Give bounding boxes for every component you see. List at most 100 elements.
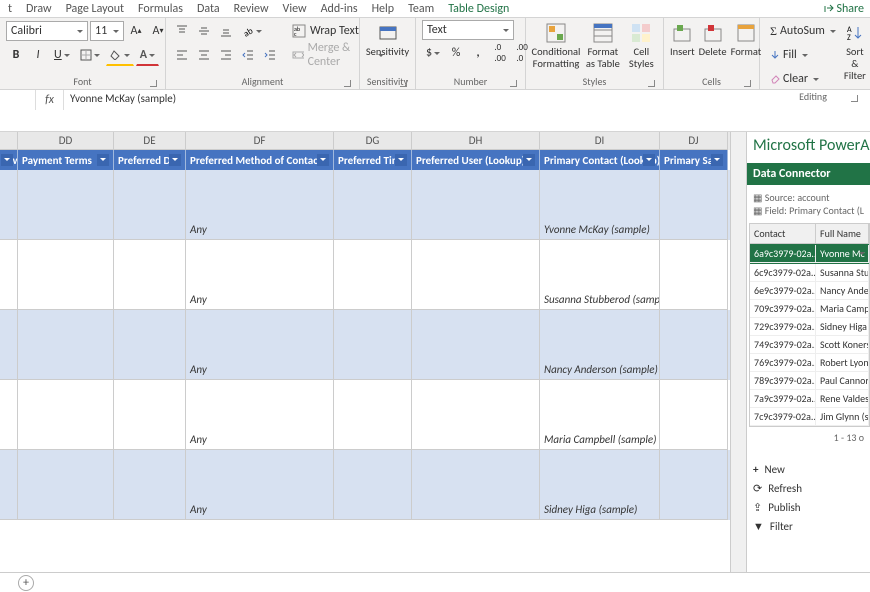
- lookup-row[interactable]: 789c3979-02a...Paul Cannor: [750, 372, 869, 390]
- tab-addins[interactable]: Add-ins: [321, 2, 358, 16]
- col-letter[interactable]: DI: [540, 132, 660, 150]
- cell[interactable]: [660, 380, 728, 450]
- col-letter[interactable]: DD: [18, 132, 114, 150]
- align-top-button[interactable]: [172, 20, 192, 42]
- increase-indent-button[interactable]: [260, 44, 280, 66]
- percent-format-button[interactable]: %: [446, 42, 466, 64]
- vertical-scrollbar[interactable]: [730, 132, 746, 572]
- tab-help[interactable]: Help: [372, 2, 395, 16]
- cell[interactable]: [660, 310, 728, 380]
- format-as-table-button[interactable]: Format as Table: [584, 20, 622, 70]
- cell[interactable]: Sidney Higa (sample): [540, 450, 660, 520]
- cell[interactable]: [18, 240, 114, 310]
- increase-font-button[interactable]: A▴: [126, 20, 146, 42]
- lookup-row[interactable]: 6c9c3979-02a...Susanna Stu: [750, 264, 869, 282]
- decrease-font-button[interactable]: A▾: [148, 20, 168, 42]
- lookup-row[interactable]: 709c3979-02a...Maria Camp: [750, 300, 869, 318]
- cell[interactable]: [0, 240, 18, 310]
- pane-refresh-button[interactable]: ⟳Refresh: [747, 479, 870, 498]
- tab-draw[interactable]: Draw: [26, 2, 52, 16]
- table-row[interactable]: AnySusanna Stubberod (sample): [0, 240, 730, 310]
- cell[interactable]: [334, 380, 412, 450]
- table-header[interactable]: Preferred Time: [334, 150, 412, 170]
- cell[interactable]: [334, 450, 412, 520]
- delete-cells-button[interactable]: Delete: [699, 20, 727, 58]
- tab-data[interactable]: Data: [197, 2, 220, 16]
- table-header[interactable]: low: [0, 150, 18, 170]
- cell[interactable]: Maria Campbell (sample): [540, 380, 660, 450]
- tab-table-design[interactable]: Table Design: [448, 2, 509, 16]
- borders-button[interactable]: [76, 44, 104, 66]
- cell[interactable]: [18, 310, 114, 380]
- cell[interactable]: [660, 240, 728, 310]
- table-header[interactable]: Primary Sat: [660, 150, 728, 170]
- table-header[interactable]: Primary Contact (Lookup): [540, 150, 660, 170]
- tab-formulas[interactable]: Formulas: [138, 2, 183, 16]
- pane-publish-button[interactable]: ⇪Publish: [747, 498, 870, 517]
- tab-page-layout[interactable]: Page Layout: [66, 2, 124, 16]
- fx-button[interactable]: fx: [36, 90, 64, 110]
- cell[interactable]: [0, 450, 18, 520]
- tab-insert-edge[interactable]: t: [8, 2, 12, 16]
- tab-team[interactable]: Team: [408, 2, 434, 16]
- clear-button[interactable]: Clear: [766, 68, 840, 90]
- cell[interactable]: [412, 450, 540, 520]
- lookup-row[interactable]: 749c3979-02a...Scott Koners: [750, 336, 869, 354]
- lookup-row[interactable]: 769c3979-02a...Robert Lyon: [750, 354, 869, 372]
- cell[interactable]: Any: [186, 380, 334, 450]
- cell[interactable]: [0, 170, 18, 240]
- cell[interactable]: [412, 310, 540, 380]
- orientation-button[interactable]: ab: [238, 20, 266, 42]
- lookup-row[interactable]: 7a9c3979-02a...Rene Valdes: [750, 390, 869, 408]
- sort-filter-button[interactable]: AZSort & Filter: [844, 20, 866, 82]
- align-middle-button[interactable]: [194, 20, 214, 42]
- col-letter[interactable]: DG: [334, 132, 412, 150]
- cell[interactable]: [334, 310, 412, 380]
- table-header[interactable]: Preferred Method of Contact: [186, 150, 334, 170]
- insert-cells-button[interactable]: Insert: [670, 20, 695, 58]
- cell[interactable]: [114, 380, 186, 450]
- number-format-select[interactable]: Text: [422, 20, 514, 40]
- conditional-formatting-button[interactable]: Conditional Formatting: [532, 20, 580, 70]
- cell[interactable]: [412, 380, 540, 450]
- tab-review[interactable]: Review: [234, 2, 269, 16]
- align-right-button[interactable]: [216, 44, 236, 66]
- cell[interactable]: [18, 450, 114, 520]
- table-header[interactable]: Preferred User (Lookup): [412, 150, 540, 170]
- lookup-th-fullname[interactable]: Full Name: [816, 224, 869, 244]
- align-bottom-button[interactable]: [216, 20, 236, 42]
- fill-color-button[interactable]: [106, 44, 134, 66]
- cell[interactable]: [114, 240, 186, 310]
- cell[interactable]: [660, 170, 728, 240]
- table-header[interactable]: Payment Terms: [18, 150, 114, 170]
- cell[interactable]: [18, 170, 114, 240]
- lookup-row[interactable]: 7c9c3979-02a...Jim Glynn (s: [750, 408, 869, 426]
- cell[interactable]: [114, 310, 186, 380]
- align-left-button[interactable]: [172, 44, 192, 66]
- cell[interactable]: [114, 450, 186, 520]
- font-size-select[interactable]: 11: [90, 21, 124, 41]
- autosum-button[interactable]: ΣAutoSum: [766, 20, 840, 42]
- increase-decimal-button[interactable]: .0.00: [490, 42, 510, 64]
- tab-view[interactable]: View: [283, 2, 307, 16]
- accounting-format-button[interactable]: $: [422, 42, 444, 64]
- col-letter[interactable]: DH: [412, 132, 540, 150]
- cell[interactable]: [0, 380, 18, 450]
- cell[interactable]: Nancy Anderson (sample): [540, 310, 660, 380]
- cell[interactable]: [114, 170, 186, 240]
- font-color-button[interactable]: A: [136, 44, 159, 66]
- decrease-indent-button[interactable]: [238, 44, 258, 66]
- format-cells-button[interactable]: Format: [731, 20, 762, 58]
- table-row[interactable]: AnySidney Higa (sample): [0, 450, 730, 520]
- cell[interactable]: [334, 170, 412, 240]
- table-row[interactable]: Any Nancy Anderson (sample): [0, 310, 730, 380]
- underline-button[interactable]: U: [50, 44, 74, 66]
- cell[interactable]: [18, 380, 114, 450]
- cell[interactable]: [0, 310, 18, 380]
- bold-button[interactable]: B: [6, 44, 26, 66]
- comma-format-button[interactable]: ,: [468, 42, 488, 64]
- cell[interactable]: [334, 240, 412, 310]
- fill-button[interactable]: Fill: [766, 44, 840, 66]
- pane-new-button[interactable]: +New: [747, 460, 870, 479]
- cell[interactable]: Any: [186, 310, 334, 380]
